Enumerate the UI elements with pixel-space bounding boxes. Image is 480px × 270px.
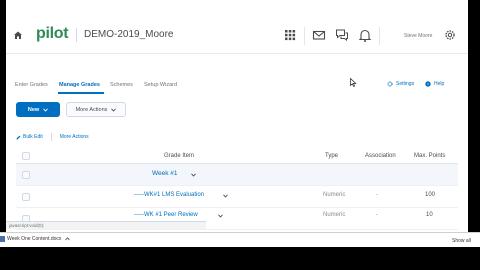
- help-icon: ?: [425, 81, 431, 87]
- tab-setup-wizard[interactable]: Setup Wizard: [144, 82, 177, 88]
- chevron-up-icon[interactable]: [65, 237, 71, 241]
- notifications-bell-icon[interactable]: [357, 27, 373, 43]
- tab-enter-grades[interactable]: Enter Grades: [15, 82, 48, 88]
- bulk-edit-button[interactable]: Bulk Edit: [16, 134, 43, 140]
- active-tab-indicator: [58, 92, 104, 94]
- more-actions-link[interactable]: More Actions: [60, 134, 89, 140]
- pencil-icon: [16, 135, 21, 139]
- settings-link[interactable]: Settings: [387, 81, 414, 87]
- new-button-label: New: [27, 106, 40, 113]
- browser-status-bar: javascript:void(0);: [6, 221, 206, 229]
- table-row: -----WK#1 LMS Evaluation Numeric - 100: [16, 186, 458, 208]
- category-name-link[interactable]: Week #1: [152, 170, 178, 177]
- bulk-actions-bar: Bulk Edit More Actions: [16, 130, 97, 144]
- more-actions-button[interactable]: More Actions: [66, 102, 126, 117]
- screen-frame: pilot DEMO-2019_Moore Steve Moore Enter …: [0, 0, 480, 270]
- grade-item-max-points: 10: [426, 212, 433, 218]
- chevron-down-icon[interactable]: [223, 194, 228, 198]
- download-shelf-bar: Week One Content.docx Show all: [0, 232, 480, 247]
- show-all-downloads-link[interactable]: Show all: [452, 238, 471, 244]
- grades-table-header: Grade Item Type Association Max. Points: [16, 148, 458, 164]
- chevron-down-icon[interactable]: [218, 214, 223, 218]
- help-link[interactable]: ? Help: [425, 81, 444, 87]
- bulk-edit-label: Bulk Edit: [23, 134, 43, 140]
- row-checkbox[interactable]: [22, 193, 30, 201]
- course-title[interactable]: DEMO-2019_Moore: [84, 29, 173, 40]
- table-row-category: Week #1: [16, 164, 458, 186]
- logo-divider: [76, 28, 77, 42]
- column-association: Association: [365, 153, 396, 159]
- mail-icon[interactable]: [311, 27, 327, 43]
- settings-gear-icon: [387, 81, 393, 87]
- column-grade-item[interactable]: Grade Item: [164, 153, 194, 159]
- chat-icon[interactable]: [334, 27, 350, 43]
- grade-item-association: -: [376, 212, 378, 218]
- word-file-icon: [0, 236, 5, 242]
- tab-manage-grades[interactable]: Manage Grades: [59, 82, 100, 88]
- header-divider: [379, 27, 380, 45]
- tab-schemes[interactable]: Schemes: [110, 82, 133, 88]
- top-header: pilot DEMO-2019_Moore Steve Moore: [6, 0, 468, 54]
- column-type: Type: [325, 153, 339, 159]
- chevron-down-icon[interactable]: [191, 173, 196, 177]
- column-max-points: Max. Points: [414, 153, 446, 159]
- row-checkbox[interactable]: [22, 171, 30, 179]
- user-name[interactable]: Steve Moore: [404, 33, 432, 39]
- browser-page: pilot DEMO-2019_Moore Steve Moore Enter …: [6, 0, 468, 247]
- grade-item-name-link[interactable]: -----WK#1 LMS Evaluation: [134, 192, 204, 198]
- download-file-label: Week One Content.docx: [7, 236, 62, 242]
- download-item[interactable]: Week One Content.docx: [0, 236, 71, 242]
- pilot-logo[interactable]: pilot: [36, 25, 69, 43]
- toolbar-divider: [50, 133, 52, 141]
- grade-item-type: Numeric: [323, 192, 346, 198]
- mouse-cursor-icon: [350, 78, 357, 87]
- chevron-down-icon: [43, 107, 48, 112]
- home-icon[interactable]: [13, 30, 23, 40]
- settings-label: Settings: [396, 81, 415, 87]
- gear-icon[interactable]: [444, 29, 456, 41]
- new-button[interactable]: New: [16, 102, 60, 117]
- grades-nav: Enter Grades Manage Grades Schemes Setup…: [6, 78, 468, 94]
- grade-item-name-link[interactable]: -----WK #1 Peer Review: [134, 212, 198, 218]
- header-divider: [304, 27, 305, 45]
- grade-item-association: -: [376, 192, 378, 198]
- course-selector-grid-icon[interactable]: [282, 27, 298, 43]
- help-label: Help: [434, 81, 445, 87]
- select-all-checkbox[interactable]: [22, 152, 30, 160]
- chevron-down-icon: [111, 107, 117, 112]
- more-actions-label: More Actions: [75, 106, 108, 113]
- grade-item-type: Numeric: [323, 212, 346, 218]
- grade-item-max-points: 100: [425, 192, 436, 198]
